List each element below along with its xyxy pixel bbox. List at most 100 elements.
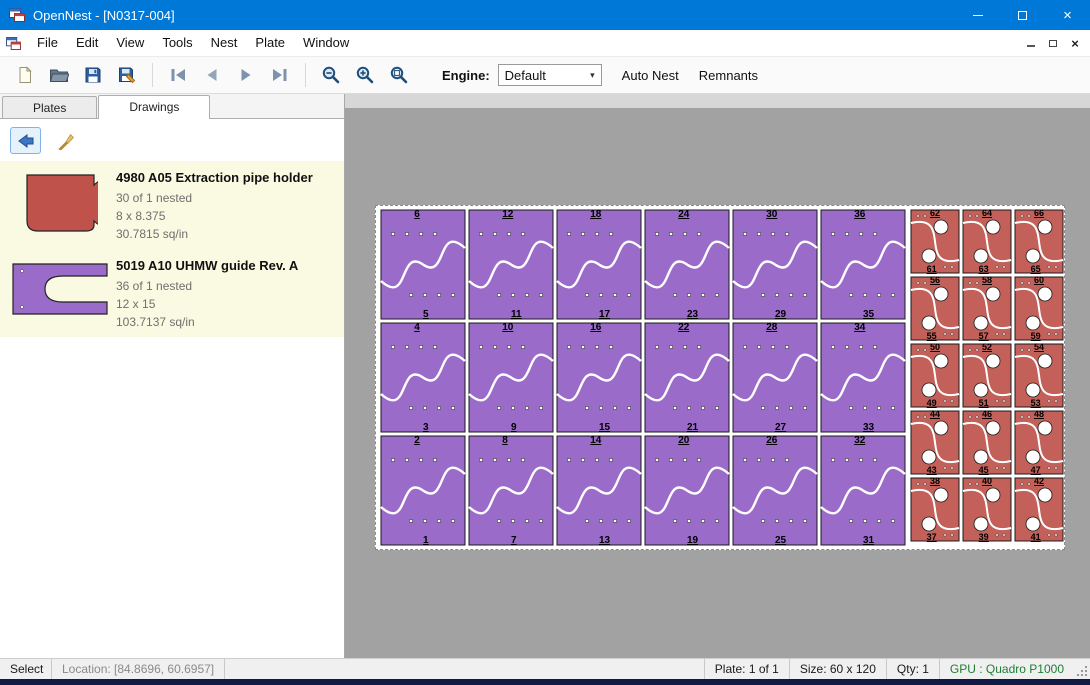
tab-drawings[interactable]: Drawings <box>98 95 210 119</box>
go-previous-button[interactable] <box>195 60 229 90</box>
nested-part-pair[interactable]: 6665 <box>1013 208 1065 275</box>
new-file-button[interactable] <box>8 60 42 90</box>
canvas-background[interactable]: 65 1211 1817 2423 3029 <box>345 108 1090 658</box>
nested-part-pair[interactable]: 6059 <box>1013 275 1065 342</box>
nested-part-pair[interactable]: 2827 <box>731 321 819 434</box>
maximize-button[interactable] <box>1000 0 1045 30</box>
go-next-button[interactable] <box>229 60 263 90</box>
nested-part-pair[interactable]: 5857 <box>961 275 1013 342</box>
nested-part-pair[interactable]: 4241 <box>1013 476 1065 543</box>
menu-tools[interactable]: Tools <box>153 30 201 56</box>
nest-canvas[interactable]: 65 1211 1817 2423 3029 <box>345 94 1090 658</box>
nested-part-pair[interactable]: 2019 <box>643 434 731 547</box>
nested-part-pair[interactable]: 1615 <box>555 321 643 434</box>
nested-part-pair[interactable]: 5251 <box>961 342 1013 409</box>
part-number: 35 <box>863 309 874 320</box>
save-as-button[interactable] <box>110 60 144 90</box>
part-number: 7 <box>511 535 517 546</box>
zoom-in-icon <box>355 65 375 85</box>
mdi-restore-button[interactable] <box>1042 34 1064 52</box>
remnants-button[interactable]: Remnants <box>699 68 758 83</box>
part-number: 43 <box>927 465 937 475</box>
nested-part-pair[interactable]: 2625 <box>731 434 819 547</box>
part-size: 8 x 8.375 <box>116 207 338 225</box>
nested-part-pair[interactable]: 43 <box>379 321 467 434</box>
part-number: 50 <box>930 342 940 352</box>
part-number: 14 <box>590 435 601 446</box>
nested-part-pair[interactable]: 10 9 <box>467 321 555 434</box>
zoom-in-button[interactable] <box>348 60 382 90</box>
content-area: Plates Drawings <box>0 94 1090 658</box>
part-number: 10 <box>502 322 513 333</box>
menu-window[interactable]: Window <box>294 30 358 56</box>
nested-part-pair[interactable]: 21 <box>379 434 467 547</box>
part-nested-count: 30 of 1 nested <box>116 189 338 207</box>
nested-part-pair[interactable]: 5655 <box>909 275 961 342</box>
go-first-button[interactable] <box>161 60 195 90</box>
part-number: 27 <box>775 422 786 433</box>
go-last-icon <box>271 67 289 83</box>
resize-grip[interactable] <box>1074 659 1090 679</box>
mdi-close-button[interactable]: × <box>1064 34 1086 52</box>
clean-button[interactable] <box>49 127 80 154</box>
menu-view[interactable]: View <box>107 30 153 56</box>
save-as-icon <box>118 66 137 84</box>
nested-part-pair[interactable]: 4443 <box>909 409 961 476</box>
save-button[interactable] <box>76 60 110 90</box>
nested-part-pair[interactable]: 3837 <box>909 476 961 543</box>
tab-plates[interactable]: Plates <box>2 96 97 118</box>
nested-part-pair[interactable]: 65 <box>379 208 467 321</box>
status-size: Size: 60 x 120 <box>789 659 886 679</box>
nested-part-pair[interactable]: 3433 <box>819 321 907 434</box>
engine-select[interactable]: Default ▾ <box>498 64 602 86</box>
nested-part-pair[interactable]: 5453 <box>1013 342 1065 409</box>
mdi-minimize-button[interactable] <box>1020 34 1042 52</box>
part-number: 21 <box>687 422 698 433</box>
part-number: 48 <box>1034 409 1044 419</box>
drawing-item-extraction-pipe-holder[interactable]: 4980 A05 Extraction pipe holder 30 of 1 … <box>0 161 344 249</box>
minimize-button[interactable] <box>955 0 1000 30</box>
menu-file[interactable]: File <box>28 30 67 56</box>
plate[interactable]: 65 1211 1817 2423 3029 <box>375 205 1065 550</box>
nested-part-pair[interactable]: 4645 <box>961 409 1013 476</box>
part-area: 103.7137 sq/in <box>116 313 338 331</box>
app-window: OpenNest - [N0317-004] × File Edit View … <box>0 0 1090 685</box>
nested-part-pair[interactable]: 50 49 <box>909 342 961 409</box>
part-number: 23 <box>687 309 698 320</box>
flip-button[interactable] <box>10 127 41 154</box>
status-plate: Plate: 1 of 1 <box>704 659 789 679</box>
zoom-fit-button[interactable] <box>382 60 416 90</box>
nested-part-pair[interactable]: 3029 <box>731 208 819 321</box>
go-last-button[interactable] <box>263 60 297 90</box>
nested-part-pair[interactable]: 6261 <box>909 208 961 275</box>
part-number: 60 <box>1034 275 1044 285</box>
part-number: 47 <box>1031 465 1041 475</box>
close-button[interactable]: × <box>1045 0 1090 30</box>
drawing-item-uhmw-guide[interactable]: 5019 A10 UHMW guide Rev. A 36 of 1 neste… <box>0 249 344 337</box>
document-icon[interactable] <box>6 37 21 50</box>
nested-part-pair[interactable]: 1817 <box>555 208 643 321</box>
nested-part-pair[interactable]: 1211 <box>467 208 555 321</box>
nested-part-pair[interactable]: 1413 <box>555 434 643 547</box>
part-nested-count: 36 of 1 nested <box>116 277 338 295</box>
nested-part-pair[interactable]: 3231 <box>819 434 907 547</box>
window-bottom-border <box>0 679 1090 685</box>
nested-part-pair[interactable]: 87 <box>467 434 555 547</box>
clean-broom-icon <box>56 132 74 150</box>
open-file-button[interactable] <box>42 60 76 90</box>
nested-part-pair[interactable]: 2221 <box>643 321 731 434</box>
nested-part-pair[interactable]: 24 23 <box>643 208 731 321</box>
nested-part-pair[interactable]: 4039 <box>961 476 1013 543</box>
menu-edit[interactable]: Edit <box>67 30 107 56</box>
part-number: 49 <box>927 398 937 408</box>
part-number: 9 <box>511 422 517 433</box>
part-number: 24 <box>678 209 689 220</box>
nested-part-pair[interactable]: 3635 <box>819 208 907 321</box>
menu-plate[interactable]: Plate <box>246 30 294 56</box>
engine-label: Engine: <box>442 68 490 83</box>
nested-part-pair[interactable]: 6463 <box>961 208 1013 275</box>
auto-nest-button[interactable]: Auto Nest <box>622 68 679 83</box>
zoom-out-button[interactable] <box>314 60 348 90</box>
menu-nest[interactable]: Nest <box>202 30 247 56</box>
nested-part-pair[interactable]: 48 47 <box>1013 409 1065 476</box>
